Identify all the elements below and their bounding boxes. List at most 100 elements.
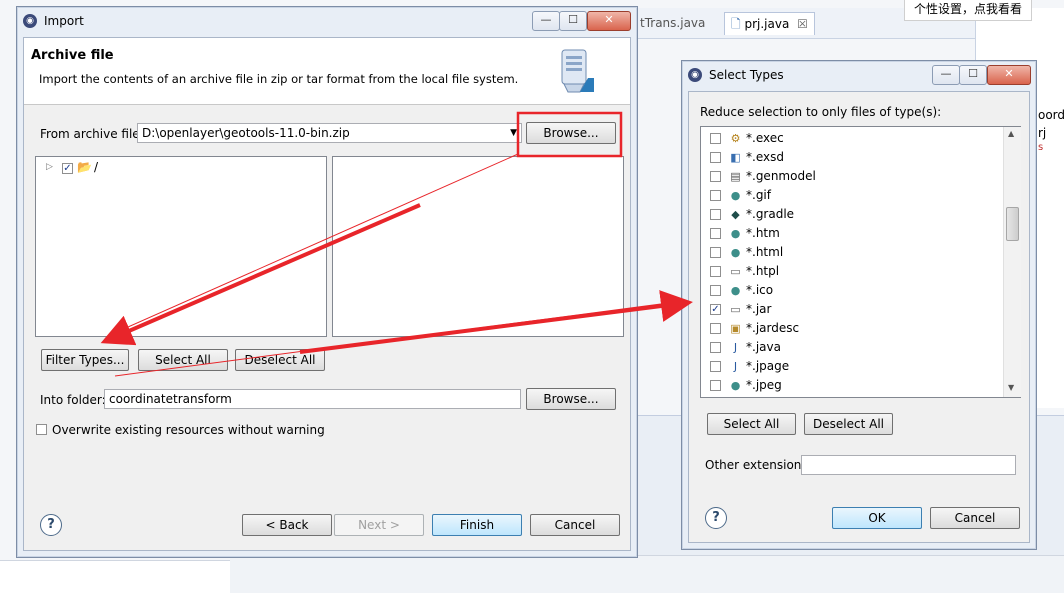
file-type-checkbox[interactable]	[710, 361, 721, 372]
file-type-item[interactable]: J *.java	[705, 338, 1005, 357]
file-type-item[interactable]: ● *.html	[705, 243, 1005, 262]
file-type-checkbox[interactable]	[710, 380, 721, 391]
expand-arrow-icon[interactable]: ▷	[46, 162, 53, 172]
import-dialog: ◉ Import — ☐ ✕ Archive file Import the c…	[16, 6, 638, 558]
eclipse-icon: ◉	[23, 14, 37, 28]
file-type-label[interactable]: *.htm	[746, 224, 780, 243]
file-type-label[interactable]: *.gradle	[746, 205, 794, 224]
overwrite-label[interactable]: Overwrite existing resources without war…	[52, 423, 325, 437]
select-all-button[interactable]: Select All	[138, 349, 228, 371]
file-type-label[interactable]: *.jpeg	[746, 376, 782, 395]
other-extensions-field[interactable]	[801, 455, 1016, 475]
import-titlebar[interactable]: ◉ Import — ☐ ✕	[17, 7, 637, 35]
scrollbar-thumb[interactable]	[1006, 207, 1019, 241]
into-folder-label: Into folder:	[40, 393, 106, 407]
file-type-checkbox[interactable]	[710, 266, 721, 277]
file-type-checkbox[interactable]	[710, 152, 721, 163]
folder-open-icon: 📂	[77, 160, 92, 174]
maximize-button[interactable]: ☐	[559, 11, 587, 31]
file-type-label[interactable]: *.java	[746, 338, 781, 357]
file-type-item[interactable]: ✓ ▭ *.jar	[705, 300, 1005, 319]
file-type-label[interactable]: *.htpl	[746, 262, 779, 281]
ok-button[interactable]: OK	[832, 507, 922, 529]
editor-tab-label: prj.java	[744, 17, 790, 31]
file-type-item[interactable]: ▭ *.htpl	[705, 262, 1005, 281]
file-type-checkbox[interactable]	[710, 285, 721, 296]
file-type-item[interactable]: ● *.htm	[705, 224, 1005, 243]
file-type-item[interactable]: ▣ *.jardesc	[705, 319, 1005, 338]
editor-tab-trans[interactable]: tTrans.java	[640, 12, 705, 34]
select-types-titlebar[interactable]: ◉ Select Types — ☐ ✕	[682, 61, 1036, 89]
file-type-label[interactable]: *.jpage	[746, 357, 789, 376]
minimize-button[interactable]: —	[932, 65, 960, 85]
file-list-pane[interactable]	[332, 156, 624, 337]
file-type-item[interactable]: J *.jpage	[705, 357, 1005, 376]
close-button[interactable]: ✕	[587, 11, 631, 31]
chevron-down-icon[interactable]: ▼	[510, 124, 517, 142]
file-type-label[interactable]: *.exec	[746, 129, 784, 148]
personalize-notice[interactable]: 个性设置，点我看看	[904, 0, 1032, 21]
file-type-checkbox[interactable]	[710, 247, 721, 258]
tab-close-icon[interactable]: ☒	[797, 17, 808, 31]
file-type-checkbox[interactable]	[710, 342, 721, 353]
help-icon[interactable]: ?	[705, 507, 727, 529]
file-type-item[interactable]: ▤ *.genmodel	[705, 167, 1005, 186]
file-type-checkbox[interactable]	[710, 228, 721, 239]
file-type-checkbox[interactable]	[710, 133, 721, 144]
file-type-checkbox[interactable]	[710, 209, 721, 220]
deselect-all-button[interactable]: Deselect All	[235, 349, 325, 371]
instruction-label: Reduce selection to only files of type(s…	[700, 105, 942, 119]
file-type-checkbox[interactable]	[710, 323, 721, 334]
file-type-label[interactable]: *.exsd	[746, 148, 784, 167]
globe-icon: ●	[730, 227, 741, 240]
scroll-down-icon[interactable]: ▼	[1008, 383, 1014, 392]
from-archive-label: From archive file:	[40, 127, 144, 141]
into-folder-field[interactable]: coordinatetransform	[104, 389, 521, 409]
globe-icon: ●	[730, 379, 741, 392]
file-type-label[interactable]: *.ico	[746, 281, 773, 300]
file-type-item[interactable]: ● *.gif	[705, 186, 1005, 205]
deselect-all-button[interactable]: Deselect All	[804, 413, 893, 435]
editor-tab-prj[interactable]: 🗋 prj.java ☒	[724, 12, 815, 35]
status-strip	[230, 555, 1064, 593]
java-file-icon: J	[733, 341, 738, 354]
archive-path-value: D:\openlayer\geotools-11.0-bin.zip	[142, 126, 350, 140]
file-type-item[interactable]: ◆ *.gradle	[705, 205, 1005, 224]
overwrite-checkbox[interactable]	[36, 424, 47, 435]
archive-wizard-icon	[554, 48, 594, 94]
file-type-label[interactable]: *.jardesc	[746, 319, 799, 338]
back-button[interactable]: < Back	[242, 514, 332, 536]
file-type-checkbox[interactable]	[710, 171, 721, 182]
file-type-item[interactable]: ● *.jpeg	[705, 376, 1005, 395]
cancel-button[interactable]: Cancel	[530, 514, 620, 536]
archive-path-combo[interactable]: D:\openlayer\geotools-11.0-bin.zip ▼	[137, 123, 522, 143]
close-button[interactable]: ✕	[987, 65, 1031, 85]
java-file-icon: 🗋	[731, 17, 741, 31]
maximize-button[interactable]: ☐	[959, 65, 987, 85]
finish-button[interactable]: Finish	[432, 514, 522, 536]
filter-types-button[interactable]: Filter Types...	[41, 349, 129, 371]
next-button[interactable]: Next >	[334, 514, 424, 536]
file-type-checkbox[interactable]: ✓	[710, 304, 721, 315]
scroll-up-icon[interactable]: ▲	[1008, 129, 1014, 138]
file-type-label[interactable]: *.jar	[746, 300, 771, 319]
file-type-checkbox[interactable]	[710, 190, 721, 201]
list-scrollbar[interactable]: ▲ ▼	[1003, 127, 1021, 397]
file-type-item[interactable]: ● *.ico	[705, 281, 1005, 300]
file-type-label[interactable]: *.html	[746, 243, 783, 262]
tree-root-checkbox[interactable]: ✓	[62, 163, 73, 174]
eclipse-icon: ◉	[688, 68, 702, 82]
file-type-label[interactable]: *.genmodel	[746, 167, 816, 186]
browse-folder-button[interactable]: Browse...	[526, 388, 616, 410]
folder-tree-pane[interactable]: ▷ ✓ 📂 /	[35, 156, 327, 337]
file-type-item[interactable]: ⚙ *.exec	[705, 129, 1005, 148]
file-type-item[interactable]: ◧ *.exsd	[705, 148, 1005, 167]
file-type-label[interactable]: *.gif	[746, 186, 771, 205]
select-all-button[interactable]: Select All	[707, 413, 796, 435]
cancel-button[interactable]: Cancel	[930, 507, 1020, 529]
tree-root-label[interactable]: /	[94, 160, 98, 174]
file-type-list[interactable]: ⚙ *.exec ◧ *.exsd ▤ *.genmodel ● *.gif ◆ *.gradle…	[700, 126, 1021, 398]
minimize-button[interactable]: —	[532, 11, 560, 31]
browse-archive-button[interactable]: Browse...	[526, 122, 616, 144]
help-icon[interactable]: ?	[40, 514, 62, 536]
